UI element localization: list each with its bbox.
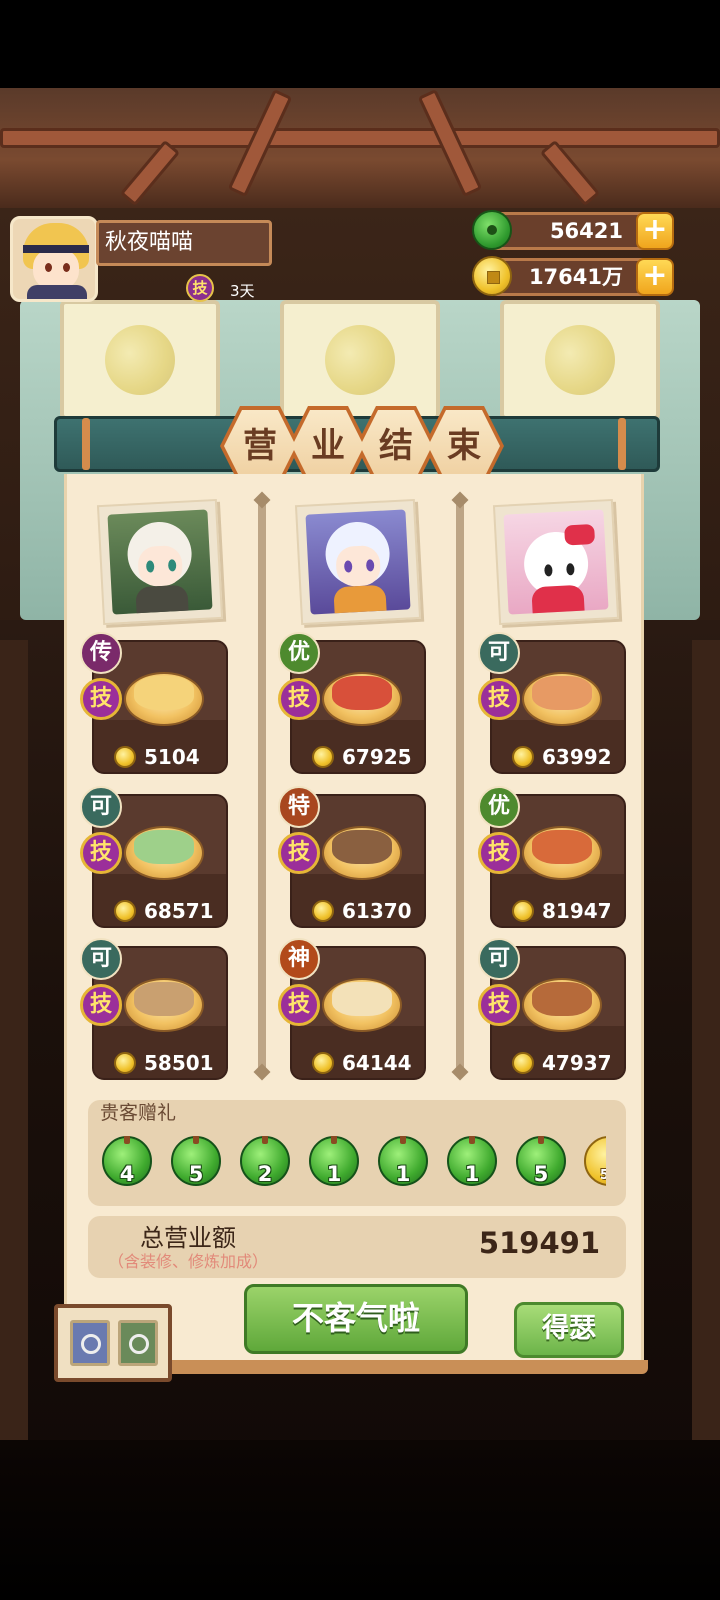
dish-image bbox=[332, 676, 392, 710]
coin-icon bbox=[312, 746, 334, 768]
gift-item: 50 bbox=[584, 1136, 606, 1196]
bottom-area bbox=[0, 1440, 720, 1600]
yinyang-scroll bbox=[500, 300, 660, 420]
coin-icon bbox=[512, 746, 534, 768]
dish-image bbox=[532, 830, 592, 864]
skill-badge-icon: 技 bbox=[478, 984, 520, 1026]
skin-switcher[interactable] bbox=[54, 1304, 172, 1382]
skill-badge-icon: 技 bbox=[278, 832, 320, 874]
grade-badge: 传 bbox=[80, 632, 122, 674]
dish-image bbox=[532, 676, 592, 710]
confirm-button[interactable]: 不客气啦 bbox=[244, 1284, 468, 1354]
pillar bbox=[692, 640, 720, 1460]
dish-image bbox=[332, 830, 392, 864]
grade-badge: 优 bbox=[278, 632, 320, 674]
skill-badge-icon: 技 bbox=[278, 678, 320, 720]
grade-badge: 神 bbox=[278, 938, 320, 980]
add-coin-button[interactable]: + bbox=[636, 258, 674, 296]
dish-image bbox=[134, 676, 194, 710]
pillar bbox=[0, 640, 28, 1460]
customer-portrait[interactable] bbox=[294, 498, 422, 626]
skill-badge-icon: 技 bbox=[186, 274, 214, 302]
status-bar-area bbox=[0, 0, 720, 88]
dish-score: 68571 bbox=[114, 896, 214, 926]
dish-score: 61370 bbox=[312, 896, 412, 926]
settings-icon[interactable] bbox=[70, 1320, 110, 1366]
grade-badge: 特 bbox=[278, 786, 320, 828]
skill-badge-icon: 技 bbox=[80, 832, 122, 874]
restaurant-roof bbox=[0, 88, 720, 208]
dish-score: 63992 bbox=[512, 742, 612, 772]
skill-badge-icon: 技 bbox=[278, 984, 320, 1026]
gift-list[interactable]: 4 5 2 1 1 1 5 50 bbox=[102, 1136, 606, 1196]
banner-post bbox=[618, 418, 626, 470]
yinyang-scroll bbox=[280, 300, 440, 420]
vip-gift-title: 贵客赠礼 bbox=[100, 1102, 177, 1124]
coin-icon bbox=[312, 900, 334, 922]
dish-score: 47937 bbox=[512, 1048, 612, 1078]
gift-item: 5 bbox=[171, 1136, 223, 1196]
skill-badge-icon: 技 bbox=[478, 678, 520, 720]
grade-badge: 可 bbox=[80, 938, 122, 980]
jade-icon bbox=[472, 210, 512, 250]
coin-icon bbox=[114, 1052, 136, 1074]
gift-item: 2 bbox=[240, 1136, 292, 1196]
total-revenue-value: 519491 bbox=[478, 1226, 600, 1260]
page-title: 营 业 结 束 bbox=[220, 406, 504, 486]
dish-image bbox=[134, 830, 194, 864]
gift-item: 4 bbox=[102, 1136, 154, 1196]
gift-item: 1 bbox=[447, 1136, 499, 1196]
grade-badge: 可 bbox=[478, 632, 520, 674]
dish-image bbox=[532, 982, 592, 1016]
gift-item: 5 bbox=[516, 1136, 568, 1196]
column-divider bbox=[456, 500, 464, 1076]
grade-badge: 可 bbox=[478, 938, 520, 980]
dish-score: 67925 bbox=[312, 742, 412, 772]
coin-icon bbox=[512, 1052, 534, 1074]
player-avatar[interactable] bbox=[10, 216, 98, 302]
skill-duration: 3天 bbox=[230, 282, 255, 300]
gift-item: 1 bbox=[309, 1136, 361, 1196]
total-revenue-note: （含装修、修炼加成） bbox=[108, 1252, 269, 1271]
coin-icon bbox=[472, 256, 512, 296]
skill-badge-icon: 技 bbox=[80, 678, 122, 720]
banner-post bbox=[82, 418, 90, 470]
coin-icon bbox=[512, 900, 534, 922]
dish-score: 58501 bbox=[114, 1048, 214, 1078]
dish-image bbox=[134, 982, 194, 1016]
skill-badge-icon: 技 bbox=[80, 984, 122, 1026]
settings-icon[interactable] bbox=[118, 1320, 158, 1366]
dish-image bbox=[332, 982, 392, 1016]
customer-portrait[interactable] bbox=[492, 498, 620, 626]
dish-score: 5104 bbox=[114, 742, 200, 772]
add-jade-button[interactable]: + bbox=[636, 212, 674, 250]
grade-badge: 优 bbox=[478, 786, 520, 828]
coin-icon bbox=[312, 1052, 334, 1074]
gift-item: 1 bbox=[378, 1136, 430, 1196]
player-name: 秋夜喵喵 bbox=[96, 220, 272, 266]
grade-badge: 可 bbox=[80, 786, 122, 828]
coin-icon bbox=[114, 900, 136, 922]
dish-score: 64144 bbox=[312, 1048, 412, 1078]
customer-portrait[interactable] bbox=[96, 498, 224, 626]
coin-icon bbox=[114, 746, 136, 768]
dish-score: 81947 bbox=[512, 896, 612, 926]
yinyang-scroll bbox=[60, 300, 220, 420]
skill-badge-icon: 技 bbox=[478, 832, 520, 874]
column-divider bbox=[258, 500, 266, 1076]
show-off-button[interactable]: 得瑟 bbox=[514, 1302, 624, 1358]
